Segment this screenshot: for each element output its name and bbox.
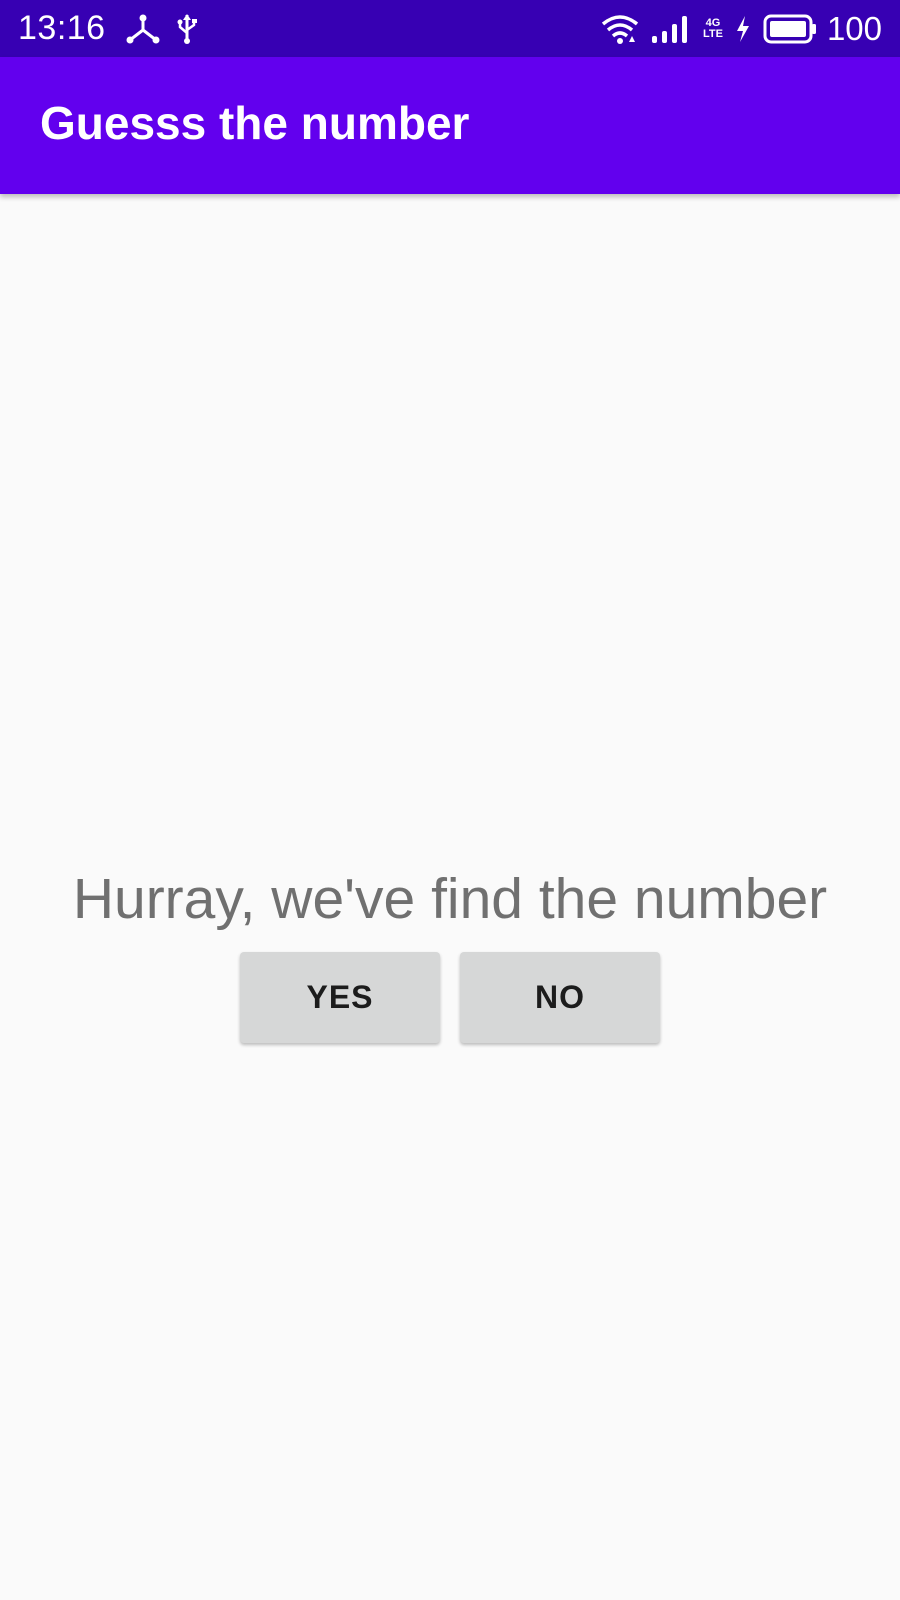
result-message: Hurray, we've find the number: [72, 867, 828, 931]
answer-buttons: YES NO: [0, 952, 900, 1043]
tethering-icon: [126, 14, 160, 44]
battery-icon: [763, 13, 817, 45]
signal-icon: [651, 14, 691, 44]
status-left: 13:16: [18, 9, 214, 48]
status-bar: 13:16 4G LTE 100: [0, 0, 900, 57]
network-type-label: 4G LTE: [702, 16, 723, 40]
yes-button[interactable]: YES: [240, 952, 440, 1043]
app-bar: Guesss the number: [0, 57, 900, 194]
no-button[interactable]: NO: [460, 952, 660, 1043]
usb-icon: [176, 13, 198, 45]
charging-icon: [735, 15, 751, 43]
wifi-icon: [601, 14, 639, 44]
status-right: 4G LTE 100: [589, 10, 882, 48]
network-lte-label: LTE: [702, 27, 723, 40]
network-4g-label: 4G: [705, 16, 721, 29]
status-time: 13:16: [18, 9, 106, 47]
app-title: Guesss the number: [40, 96, 470, 149]
battery-level: 100: [826, 9, 882, 47]
